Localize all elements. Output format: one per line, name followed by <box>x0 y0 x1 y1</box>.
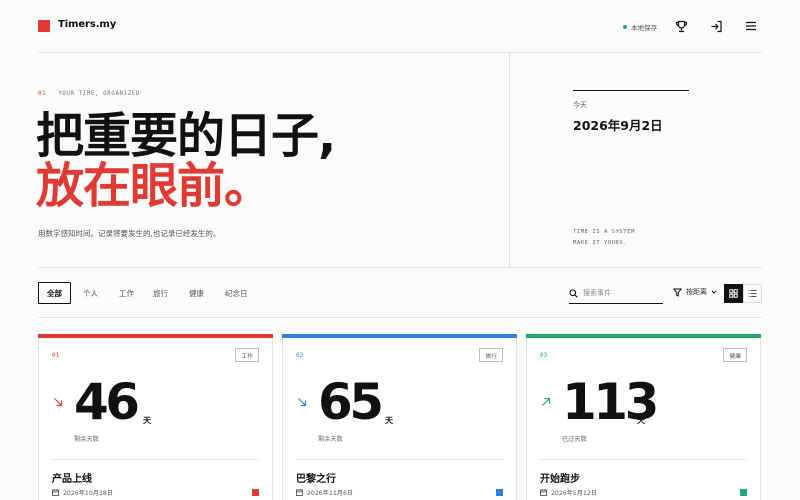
status-dot-icon <box>623 25 627 29</box>
grid-icon <box>729 289 738 298</box>
headline-line-1: 把重要的日子, <box>36 108 336 164</box>
hero-section: 01 YOUR TIME, ORGANIZED 把重要的日子, 放在眼前。 用数字… <box>36 53 762 268</box>
card-accent-bar <box>282 334 517 338</box>
card-date-text: 2026年5月12日 <box>551 490 598 497</box>
calendar-icon <box>52 489 59 496</box>
eyebrow: 01 YOUR TIME, ORGANIZED <box>38 91 140 97</box>
calendar-icon <box>296 489 303 496</box>
tab-work[interactable]: 工作 <box>119 282 134 304</box>
card-date-text: 2026年11月6日 <box>307 490 354 497</box>
today-rule <box>573 90 689 91</box>
event-card[interactable]: 01 工作 46 天 剩余天数 产品上线 2026年10月18日 <box>38 334 273 500</box>
card-date: 2026年10月18日 <box>52 488 113 497</box>
search-input[interactable] <box>583 289 659 297</box>
days-status: 剩余天数 <box>74 436 99 443</box>
card-title: 巴黎之行 <box>296 474 336 485</box>
card-number: 02 <box>296 352 304 359</box>
card-category-tag: 工作 <box>235 348 259 362</box>
card-date: 2026年5月12日 <box>540 488 597 497</box>
chevron-down-icon <box>711 290 717 294</box>
tab-all[interactable]: 全部 <box>38 282 71 304</box>
hero-divider <box>509 53 510 268</box>
local-save-label: 本地保存 <box>631 24 657 32</box>
days-unit: 天 <box>385 416 393 425</box>
logo-square-icon <box>38 20 50 32</box>
trophy-icon[interactable] <box>674 19 688 33</box>
headline: 把重要的日子, 放在眼前。 <box>36 108 336 214</box>
color-marker <box>252 489 259 496</box>
card-accent-bar <box>526 334 761 338</box>
local-save-status: 本地保存 <box>623 22 657 32</box>
days-unit: 天 <box>143 416 151 425</box>
card-number: 03 <box>540 352 548 359</box>
card-accent-bar <box>38 334 273 338</box>
card-divider <box>540 459 747 460</box>
card-date-text: 2026年10月18日 <box>63 490 114 497</box>
tab-travel[interactable]: 旅行 <box>153 282 168 304</box>
card-title: 开始跑步 <box>540 474 580 485</box>
card-category-tag: 旅行 <box>479 348 503 362</box>
sort-label: 按距离 <box>686 288 707 296</box>
tagline-line-1: TIME IS A SYSTEM <box>573 229 635 235</box>
tab-health[interactable]: 健康 <box>189 282 204 304</box>
card-category-tag: 健康 <box>723 348 747 362</box>
top-header: Timers.my 本地保存 <box>38 0 762 53</box>
arrow-down-right-icon <box>298 398 307 407</box>
today-date: 2026年9月2日 <box>573 118 663 133</box>
days-count: 46 <box>74 373 140 431</box>
today-label: 今天 <box>573 101 587 109</box>
sign-in-icon[interactable] <box>709 19 723 33</box>
menu-icon[interactable] <box>744 19 758 33</box>
event-card[interactable]: 02 旅行 65 天 剩余天数 巴黎之行 2026年11月6日 <box>282 334 517 500</box>
eyebrow-number: 01 <box>38 91 47 97</box>
hero-subtext: 用数字感知时间。记录将要发生的,也记录已经发生的。 <box>38 229 221 238</box>
card-divider <box>52 459 259 460</box>
color-marker <box>496 489 503 496</box>
filter-bar: 全部 个人 工作 旅行 健康 纪念日 按距离 <box>38 268 762 318</box>
days-unit: 天 <box>637 416 645 425</box>
card-title: 产品上线 <box>52 474 92 485</box>
list-icon <box>748 290 757 297</box>
card-date: 2026年11月6日 <box>296 488 353 497</box>
search-icon <box>569 288 578 298</box>
brand-name[interactable]: Timers.my <box>58 19 116 30</box>
days-status: 剩余天数 <box>318 436 343 443</box>
event-card[interactable]: 03 健康 113 天 已过天数 开始跑步 2026年5月12日 <box>526 334 761 500</box>
color-marker <box>740 489 747 496</box>
grid-view-button[interactable] <box>724 284 743 303</box>
card-number: 01 <box>52 352 60 359</box>
headline-line-2: 放在眼前。 <box>36 158 272 214</box>
arrow-up-right-icon <box>542 397 551 406</box>
arrow-down-right-icon <box>54 398 63 407</box>
tagline: TIME IS A SYSTEM MAKE IT YOURS. <box>573 227 635 249</box>
search-box[interactable] <box>569 283 663 304</box>
filter-funnel-icon <box>673 288 682 297</box>
tab-anniversary[interactable]: 纪念日 <box>225 282 248 304</box>
card-divider <box>296 459 503 460</box>
tab-personal[interactable]: 个人 <box>83 282 98 304</box>
list-view-button[interactable] <box>743 284 762 303</box>
tagline-line-2: MAKE IT YOURS. <box>573 240 628 246</box>
days-count: 65 <box>318 373 384 431</box>
eyebrow-text: YOUR TIME, ORGANIZED <box>58 91 140 97</box>
days-status: 已过天数 <box>562 436 587 443</box>
calendar-icon <box>540 489 547 496</box>
sort-dropdown[interactable]: 按距离 <box>673 287 717 297</box>
